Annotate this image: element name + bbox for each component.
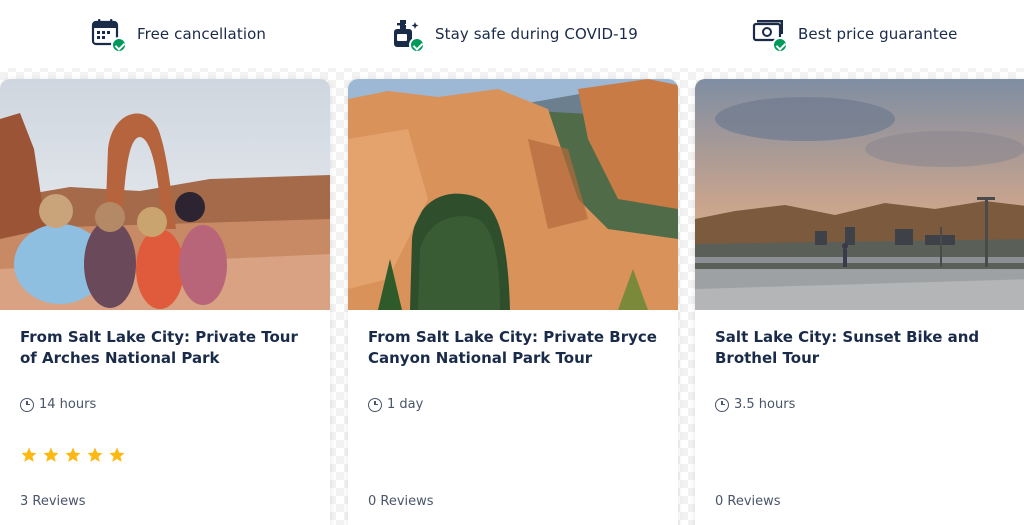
review-count: 3 Reviews [20,494,86,509]
star-icon [109,447,125,462]
tour-title[interactable]: From Salt Lake City: Private Tour of Arc… [20,327,314,369]
duration-label: 3.5 hours [734,397,796,412]
tour-card[interactable]: From Salt Lake City: Private Tour of Arc… [0,79,330,525]
review-count: 0 Reviews [368,494,434,509]
tour-title[interactable]: Salt Lake City: Sunset Bike and Brothel … [715,327,1019,369]
tour-photo-arches[interactable] [0,79,330,310]
feature-best-price: Best price guarantee [752,16,958,53]
star-rating [20,446,126,464]
tour-duration: 1 day [368,397,423,412]
feature-label: Free cancellation [137,25,266,43]
clock-icon [20,397,34,412]
money-check-icon [752,17,788,53]
check-icon [111,37,127,53]
check-icon [409,37,425,53]
duration-label: 14 hours [39,397,97,412]
calendar-check-icon [91,17,127,53]
duration-label: 1 day [387,397,424,412]
review-count: 0 Reviews [715,494,781,509]
tour-duration: 14 hours [20,397,96,412]
star-icon [43,447,59,462]
tour-duration: 3.5 hours [715,397,795,412]
tour-title[interactable]: From Salt Lake City: Private Bryce Canyo… [368,327,662,369]
feature-covid-safety: Stay safe during COVID-19 [389,16,638,53]
check-icon [772,37,788,53]
feature-free-cancellation: Free cancellation [91,16,266,53]
feature-label: Best price guarantee [798,25,958,43]
star-icon [21,447,37,462]
tour-photo-salt-lake[interactable] [695,79,1024,310]
star-icon [65,447,81,462]
star-icon [87,447,103,462]
features-bar: Free cancellation Stay safe during COVID… [0,0,1024,68]
tour-card[interactable]: Salt Lake City: Sunset Bike and Brothel … [695,79,1024,525]
sanitizer-check-icon [389,17,425,53]
tour-card[interactable]: From Salt Lake City: Private Bryce Canyo… [348,79,678,525]
clock-icon [715,397,729,412]
clock-icon [368,397,382,412]
tour-photo-bryce[interactable] [348,79,678,310]
feature-label: Stay safe during COVID-19 [435,25,638,43]
